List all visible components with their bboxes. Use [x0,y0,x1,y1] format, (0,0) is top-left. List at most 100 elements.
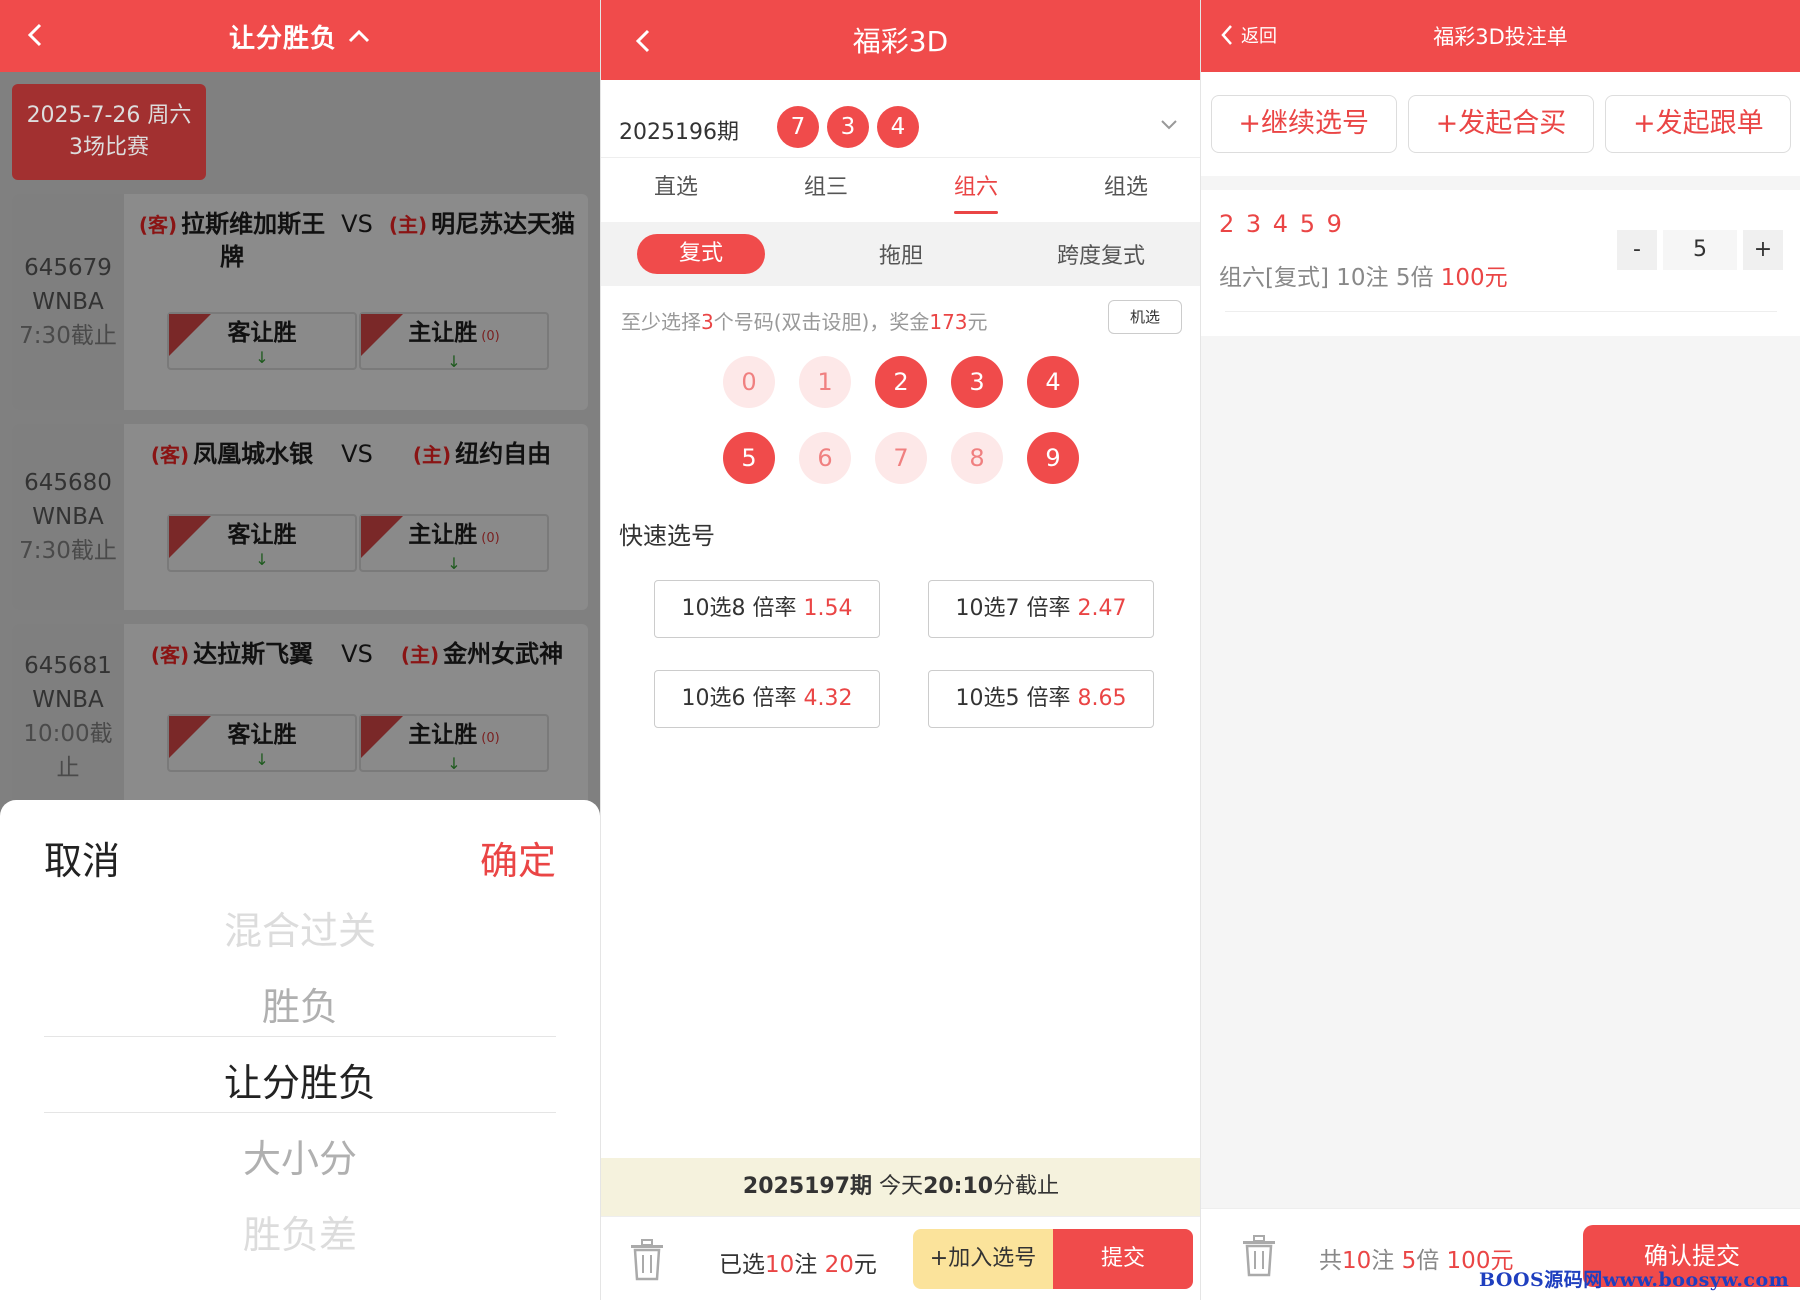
number-ball[interactable]: 9 [1027,432,1079,484]
quick-pick-button[interactable]: 10选8 倍率 1.54 [654,580,880,638]
back-arrow-icon[interactable] [631,28,655,54]
cutoff-time: 10:00截止 [23,721,113,781]
tab-group[interactable]: 组选 [1051,160,1200,220]
rate-value: 1.54 [803,596,853,621]
quick-pick-button[interactable]: 10选7 倍率 2.47 [928,580,1154,638]
bet-away-button[interactable]: 客让胜 ↓ [167,714,357,772]
hint-prize: 173 [929,310,968,334]
summary-text: 共 [1319,1248,1342,1274]
away-tag: (客) [138,213,178,237]
match-count: 3场比赛 [69,135,149,160]
picker-option[interactable]: 混合过关 [0,900,600,955]
away-team-name: 凤凰城水银 [193,440,314,468]
tab-group6[interactable]: 组六 [901,160,1051,220]
bet-away-button[interactable]: 客让胜 ↓ [167,312,357,370]
trash-icon[interactable] [1241,1235,1277,1277]
selection-summary: 已选10注 20元 [719,1245,877,1279]
tab-group3[interactable]: 组三 [751,160,901,220]
bottom-bar: 共10注 5倍 100元 确认提交 BOOS源码网www.boosyw.com [1201,1208,1800,1300]
odds-value: (0) [481,731,500,746]
number-ball[interactable]: 5 [723,432,775,484]
bet-away-button[interactable]: 客让胜 ↓ [167,514,357,572]
submit-button[interactable]: 提交 [1053,1229,1193,1289]
confirm-button[interactable]: 确定 [480,830,556,885]
bet-home-button[interactable]: 主让胜 (0) ↓ [359,514,549,572]
date-group[interactable]: 2025-7-26 周六 3场比赛 [12,84,206,180]
picker-option[interactable]: 胜负差 [0,1204,600,1259]
back-label: 返回 [1241,26,1277,47]
chevron-up-icon[interactable] [347,28,371,44]
panel-handicap: 让分胜负 2025-7-26 周六 3场比赛 645679 WNBA 7:30截… [0,0,600,1300]
number-ball[interactable]: 0 [723,356,775,408]
league-name: WNBA [32,687,104,713]
continue-pick-button[interactable]: +继续选号 [1210,95,1397,153]
match-info: 645680 WNBA 7:30截止 [12,424,124,610]
header-bar: 返回 福彩3D投注单 [1201,0,1800,72]
quick-pick-button[interactable]: 10选6 倍率 4.32 [654,670,880,728]
chevron-down-icon[interactable] [1159,118,1179,132]
number-ball[interactable]: 8 [951,432,1003,484]
ticket-description: 组六[复式] 10注 5倍 100元 [1219,258,1508,292]
bet-amount: 20 [824,1252,854,1278]
down-arrow-icon: ↓ [447,554,461,573]
rate-value: 2.47 [1077,596,1127,621]
multiplier-input[interactable]: 5 [1663,230,1737,270]
decrement-button[interactable]: - [1617,230,1657,270]
bet-home-label: 主让胜 [408,320,478,346]
picker-divider [44,1112,556,1113]
vs-label: VS [341,210,373,238]
quick-label: 10选5 [955,686,1020,711]
start-follow-button[interactable]: +发起跟单 [1605,95,1792,153]
cancel-button[interactable]: 取消 [44,830,120,885]
back-button[interactable]: 返回 [1219,22,1277,48]
bet-home-button[interactable]: 主让胜 (0) ↓ [359,714,549,772]
vs-label: VS [341,440,373,468]
divider [1225,311,1777,312]
page-title[interactable]: 让分胜负 [229,18,337,55]
number-ball[interactable]: 1 [799,356,851,408]
last-draw-row[interactable]: 2025196期 7 3 4 [601,98,1200,158]
home-tag: (主) [388,213,428,237]
mode-banker[interactable]: 拖胆 [801,238,1001,270]
quick-pick-button[interactable]: 10选5 倍率 8.65 [928,670,1154,728]
hint-text: 个号码(双击设胆)，奖金 [713,310,930,334]
picker-option[interactable]: 大小分 [0,1128,600,1183]
home-team-name: 纽约自由 [455,440,552,468]
next-issue-number: 2025197期 [742,1174,873,1199]
random-pick-button[interactable]: 机选 [1108,300,1182,334]
away-team: (客) 凤凰城水银 [137,438,327,471]
add-selection-button[interactable]: +加入选号 [913,1229,1053,1289]
play-tabs: 直选 组三 组六 组选 [601,160,1200,220]
corner-flag-icon [169,314,211,356]
number-row: 5 6 7 8 9 [601,432,1200,484]
summary-text: 倍 [1416,1248,1447,1274]
back-arrow-icon[interactable] [22,22,48,48]
hint-count: 3 [701,310,714,334]
picker-option-selected[interactable]: 让分胜负 [0,1052,600,1107]
match-card: 645681 WNBA 10:00截止 (客) 达拉斯飞翼 VS (主) 金州女武神… [12,624,588,810]
match-card: 645680 WNBA 7:30截止 (客) 凤凰城水银 VS (主) 纽约自由 客… [12,424,588,610]
mode-compound[interactable]: 复式 [601,234,801,274]
increment-button[interactable]: + [1743,230,1783,270]
odds-value: (0) [481,531,500,546]
summary-text: 注 [1371,1248,1402,1274]
trash-icon[interactable] [629,1239,665,1281]
tab-direct[interactable]: 直选 [601,160,751,220]
number-ball[interactable]: 4 [1027,356,1079,408]
picker-option[interactable]: 胜负 [0,976,600,1031]
number-ball[interactable]: 2 [875,356,927,408]
start-group-buy-button[interactable]: +发起合买 [1407,95,1594,153]
home-tag: (主) [412,443,452,467]
league-name: WNBA [32,289,104,315]
hint-text: 至少选择 [621,310,701,334]
mode-span-compound[interactable]: 跨度复式 [1001,238,1200,270]
bet-home-button[interactable]: 主让胜 (0) ↓ [359,312,549,370]
number-ball[interactable]: 3 [951,356,1003,408]
number-ball[interactable]: 6 [799,432,851,484]
next-issue-banner: 2025197期 今天20:10分截止 [601,1158,1200,1216]
away-tag: (客) [150,643,190,667]
picker-divider [44,1036,556,1037]
page-title: 福彩3D投注单 [1433,25,1568,49]
number-ball[interactable]: 7 [875,432,927,484]
corner-flag-icon [169,516,211,558]
